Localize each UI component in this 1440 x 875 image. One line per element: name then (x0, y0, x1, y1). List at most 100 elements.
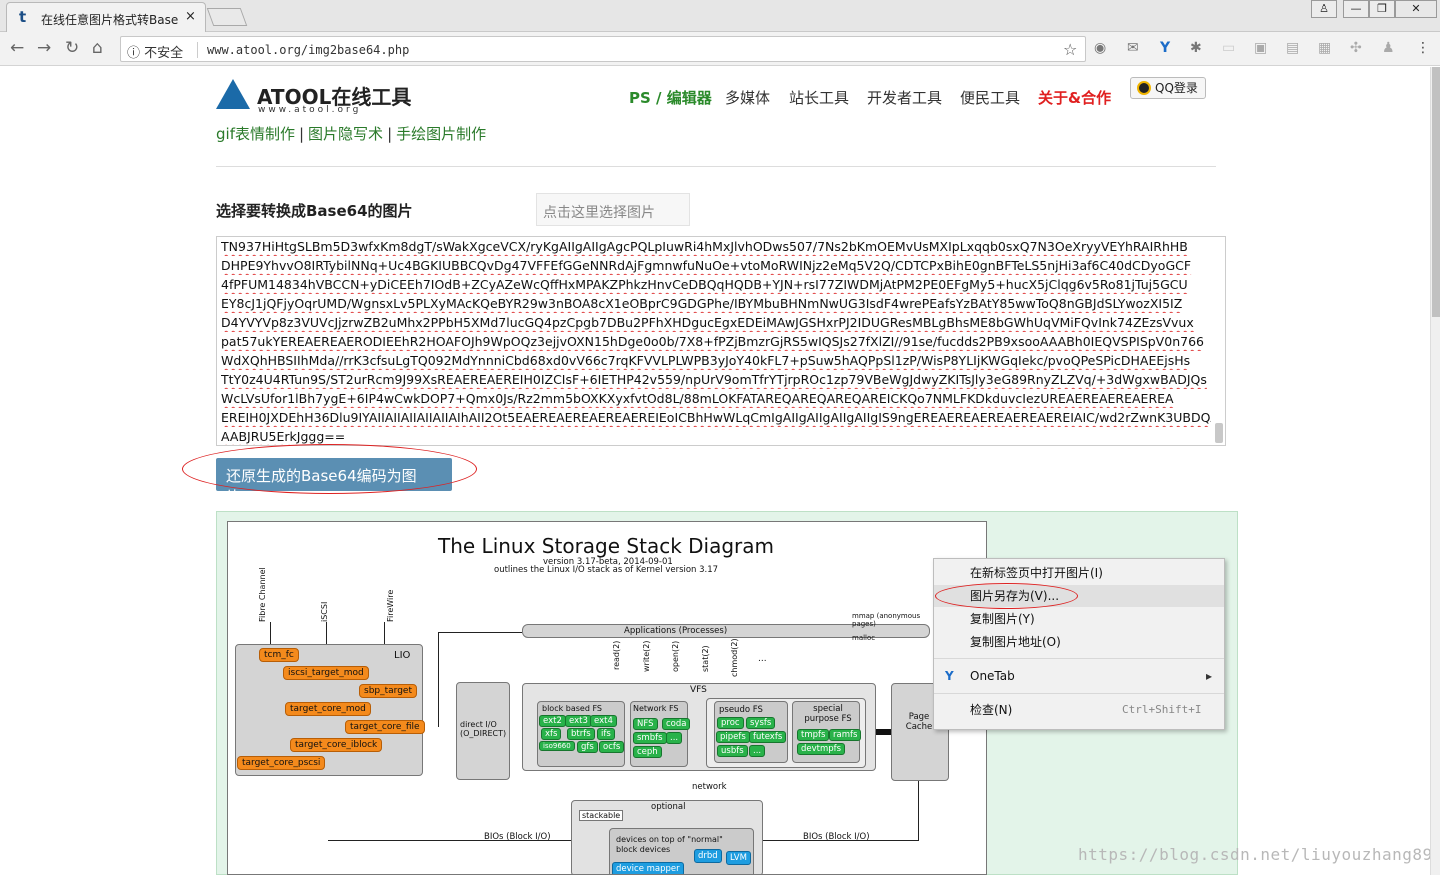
module-lvm: LVM (726, 851, 751, 865)
base64-line: DHPE9YhvvO8IRTybilNNq+Uc4BGKIUBBCQvDg47V… (221, 258, 1192, 273)
menu-inspect-shortcut: Ctrl+Shift+I (1122, 703, 1202, 716)
tab-close-icon[interactable]: × (185, 9, 196, 24)
result-image[interactable]: The Linux Storage Stack Diagram version … (227, 521, 987, 875)
separator: | (298, 125, 305, 143)
submenu-arrow-icon: ▸ (1206, 669, 1213, 683)
extension-globe-icon[interactable]: ◉ (1094, 40, 1106, 56)
label-firewire: FireWire (386, 589, 395, 622)
menu-copy-image-address[interactable]: 复制图片地址(O) (934, 631, 1224, 653)
choose-image-button[interactable]: 点击这里选择图片 (536, 193, 690, 226)
nav-webmaster-tools[interactable]: 站长工具 (789, 87, 849, 108)
security-label: 不安全 (144, 46, 184, 61)
base64-line: WdXQhHBSIIhMda//rrK3cfsuLgTQ092MdYnnniCb… (221, 353, 1191, 368)
close-window-button[interactable]: ✕ (1395, 0, 1437, 18)
fs-ocfs: ocfs (599, 741, 625, 753)
vfs-label: VFS (690, 685, 707, 695)
user-icon[interactable]: ♙ (1311, 0, 1337, 18)
module-target-core-iblock: target_core_iblock (290, 738, 383, 752)
nav-ps-editor[interactable]: PS / 编辑器 (629, 87, 712, 108)
connector-line (438, 632, 522, 633)
qq-login-label: QQ登录 (1155, 81, 1198, 95)
extension-icon-9[interactable]: ✣ (1350, 40, 1362, 56)
arrow (326, 622, 327, 644)
back-icon[interactable]: ← (10, 38, 24, 58)
special-fs-label: special purpose FS (804, 704, 852, 724)
fs-gfs: gfs (577, 741, 598, 753)
bookmark-star-icon[interactable]: ☆ (1063, 40, 1077, 59)
fs-ramfs: ramfs (829, 729, 862, 741)
onetab-extension-icon[interactable]: Y (1160, 40, 1170, 56)
menu-open-image-new-tab[interactable]: 在新标签页中打开图片(I) (934, 562, 1224, 584)
page-cache-connector (876, 729, 891, 735)
tab-favicon: t (19, 8, 27, 26)
menu-copy-image[interactable]: 复制图片(Y) (934, 608, 1224, 630)
forward-icon[interactable]: → (37, 38, 51, 58)
browser-tab[interactable]: t 在线任意图片格式转Base × (6, 2, 206, 32)
base64-textarea[interactable]: TN937HiHtgSLBm5D3wfxKm8dgT/sWakXgceVCX/r… (216, 236, 1226, 446)
fs-usbfs: usbfs (717, 745, 748, 757)
extension-image-icon[interactable]: ▣ (1254, 40, 1267, 56)
home-icon[interactable]: ⌂ (92, 38, 103, 58)
applications-label: Applications (Processes) (624, 626, 728, 636)
nav-about[interactable]: 关于&合作 (1038, 87, 1111, 108)
page-scrollbar[interactable] (1430, 67, 1440, 875)
watermark: https://blog.csdn.net/liuyouzhang89 (1078, 845, 1433, 864)
new-tab-button[interactable] (206, 8, 248, 26)
nav-developer-tools[interactable]: 开发者工具 (867, 87, 942, 108)
security-indicator[interactable]: ⓘ 不安全 (127, 42, 183, 61)
optional-label: optional (651, 802, 686, 812)
mmap-label: mmap (anonymous pages) (852, 612, 921, 628)
link-gif-maker[interactable]: gif表情制作 (216, 125, 295, 143)
extension-icon-5[interactable]: ▭ (1222, 40, 1235, 56)
extension-icon-10[interactable]: ♟ (1382, 40, 1395, 56)
base64-line: pat57ukYEREAEREAERODIEEhR2HOAFOJh9WpOQz3… (221, 334, 1204, 349)
info-icon: ⓘ (127, 46, 141, 61)
extension-mail-icon[interactable]: ✉ (1127, 40, 1139, 56)
syscall-read: read(2) (612, 640, 621, 670)
fs-pipefs: pipefs (716, 731, 750, 743)
base64-line: TN937HiHtgSLBm5D3wfxKm8dgT/sWakXgceVCX/r… (221, 239, 1188, 254)
fs-btrfs: btrfs (567, 728, 595, 740)
separator: | (387, 125, 393, 143)
qq-icon (1137, 81, 1151, 95)
divider (216, 166, 1216, 167)
menu-separator (934, 658, 1224, 659)
address-bar[interactable]: ⓘ 不安全 www.atool.org/img2base64.php ☆ (120, 36, 1086, 62)
extension-icon-7[interactable]: ▤ (1286, 40, 1299, 56)
site-header: ATOOL在线工具 www.atool.org PS / 编辑器 多媒体 站长工… (0, 67, 1430, 119)
extension-icon-8[interactable]: ▦ (1318, 40, 1331, 56)
page-scrollbar-thumb[interactable] (1432, 67, 1440, 317)
tab-title: 在线任意图片格式转Base (41, 13, 179, 27)
menu-inspect[interactable]: 检查(N) Ctrl+Shift+I (934, 699, 1224, 721)
minimize-button[interactable]: — (1343, 0, 1369, 18)
menu-icon[interactable]: ⋮ (1416, 40, 1430, 56)
link-hand-drawn-maker[interactable]: 手绘图片制作 (396, 125, 486, 143)
annotation-circle (935, 583, 1078, 609)
menu-separator (934, 693, 1224, 694)
direct-io-label: direct I/O (O_DIRECT) (460, 720, 507, 738)
module-tcm-fc: tcm_fc (259, 648, 299, 662)
url-text: www.atool.org/img2base64.php (207, 43, 410, 57)
nav-multimedia[interactable]: 多媒体 (725, 87, 770, 108)
extension-gear-icon[interactable]: ✱ (1190, 40, 1202, 56)
base64-text: TN937HiHtgSLBm5D3wfxKm8dgT/sWakXgceVCX/r… (221, 237, 1211, 445)
maximize-button[interactable]: ❐ (1369, 0, 1395, 18)
connector-line (763, 840, 918, 841)
textarea-scrollbar-thumb[interactable] (1215, 423, 1223, 443)
select-image-label: 选择要转换成Base64的图片 (216, 202, 413, 220)
lio-label: LIO (394, 650, 411, 661)
diagram-subtitle: outlines the Linux I/O stack as of Kerne… (494, 565, 719, 575)
logo-mark (216, 79, 250, 109)
syscall-more: ... (758, 654, 767, 664)
qq-login-button[interactable]: QQ登录 (1130, 77, 1206, 99)
pseudo-fs-label: pseudo FS (719, 705, 763, 715)
logo-subtext: www.atool.org (258, 105, 362, 115)
base64-line: 4fPFUM14834hVBCCN+yDiCEEh7IOdB+ZCyAZeWcQ… (221, 277, 1188, 292)
label-iscsi: iSCSI (320, 601, 329, 622)
fs-xfs: xfs (541, 728, 562, 740)
link-image-steganography[interactable]: 图片隐写术 (308, 125, 383, 143)
diagram-title: The Linux Storage Stack Diagram (438, 534, 775, 558)
menu-onetab[interactable]: Y OneTab ▸ (934, 665, 1224, 687)
reload-icon[interactable]: ↻ (65, 38, 79, 58)
nav-convenience-tools[interactable]: 便民工具 (960, 87, 1020, 108)
